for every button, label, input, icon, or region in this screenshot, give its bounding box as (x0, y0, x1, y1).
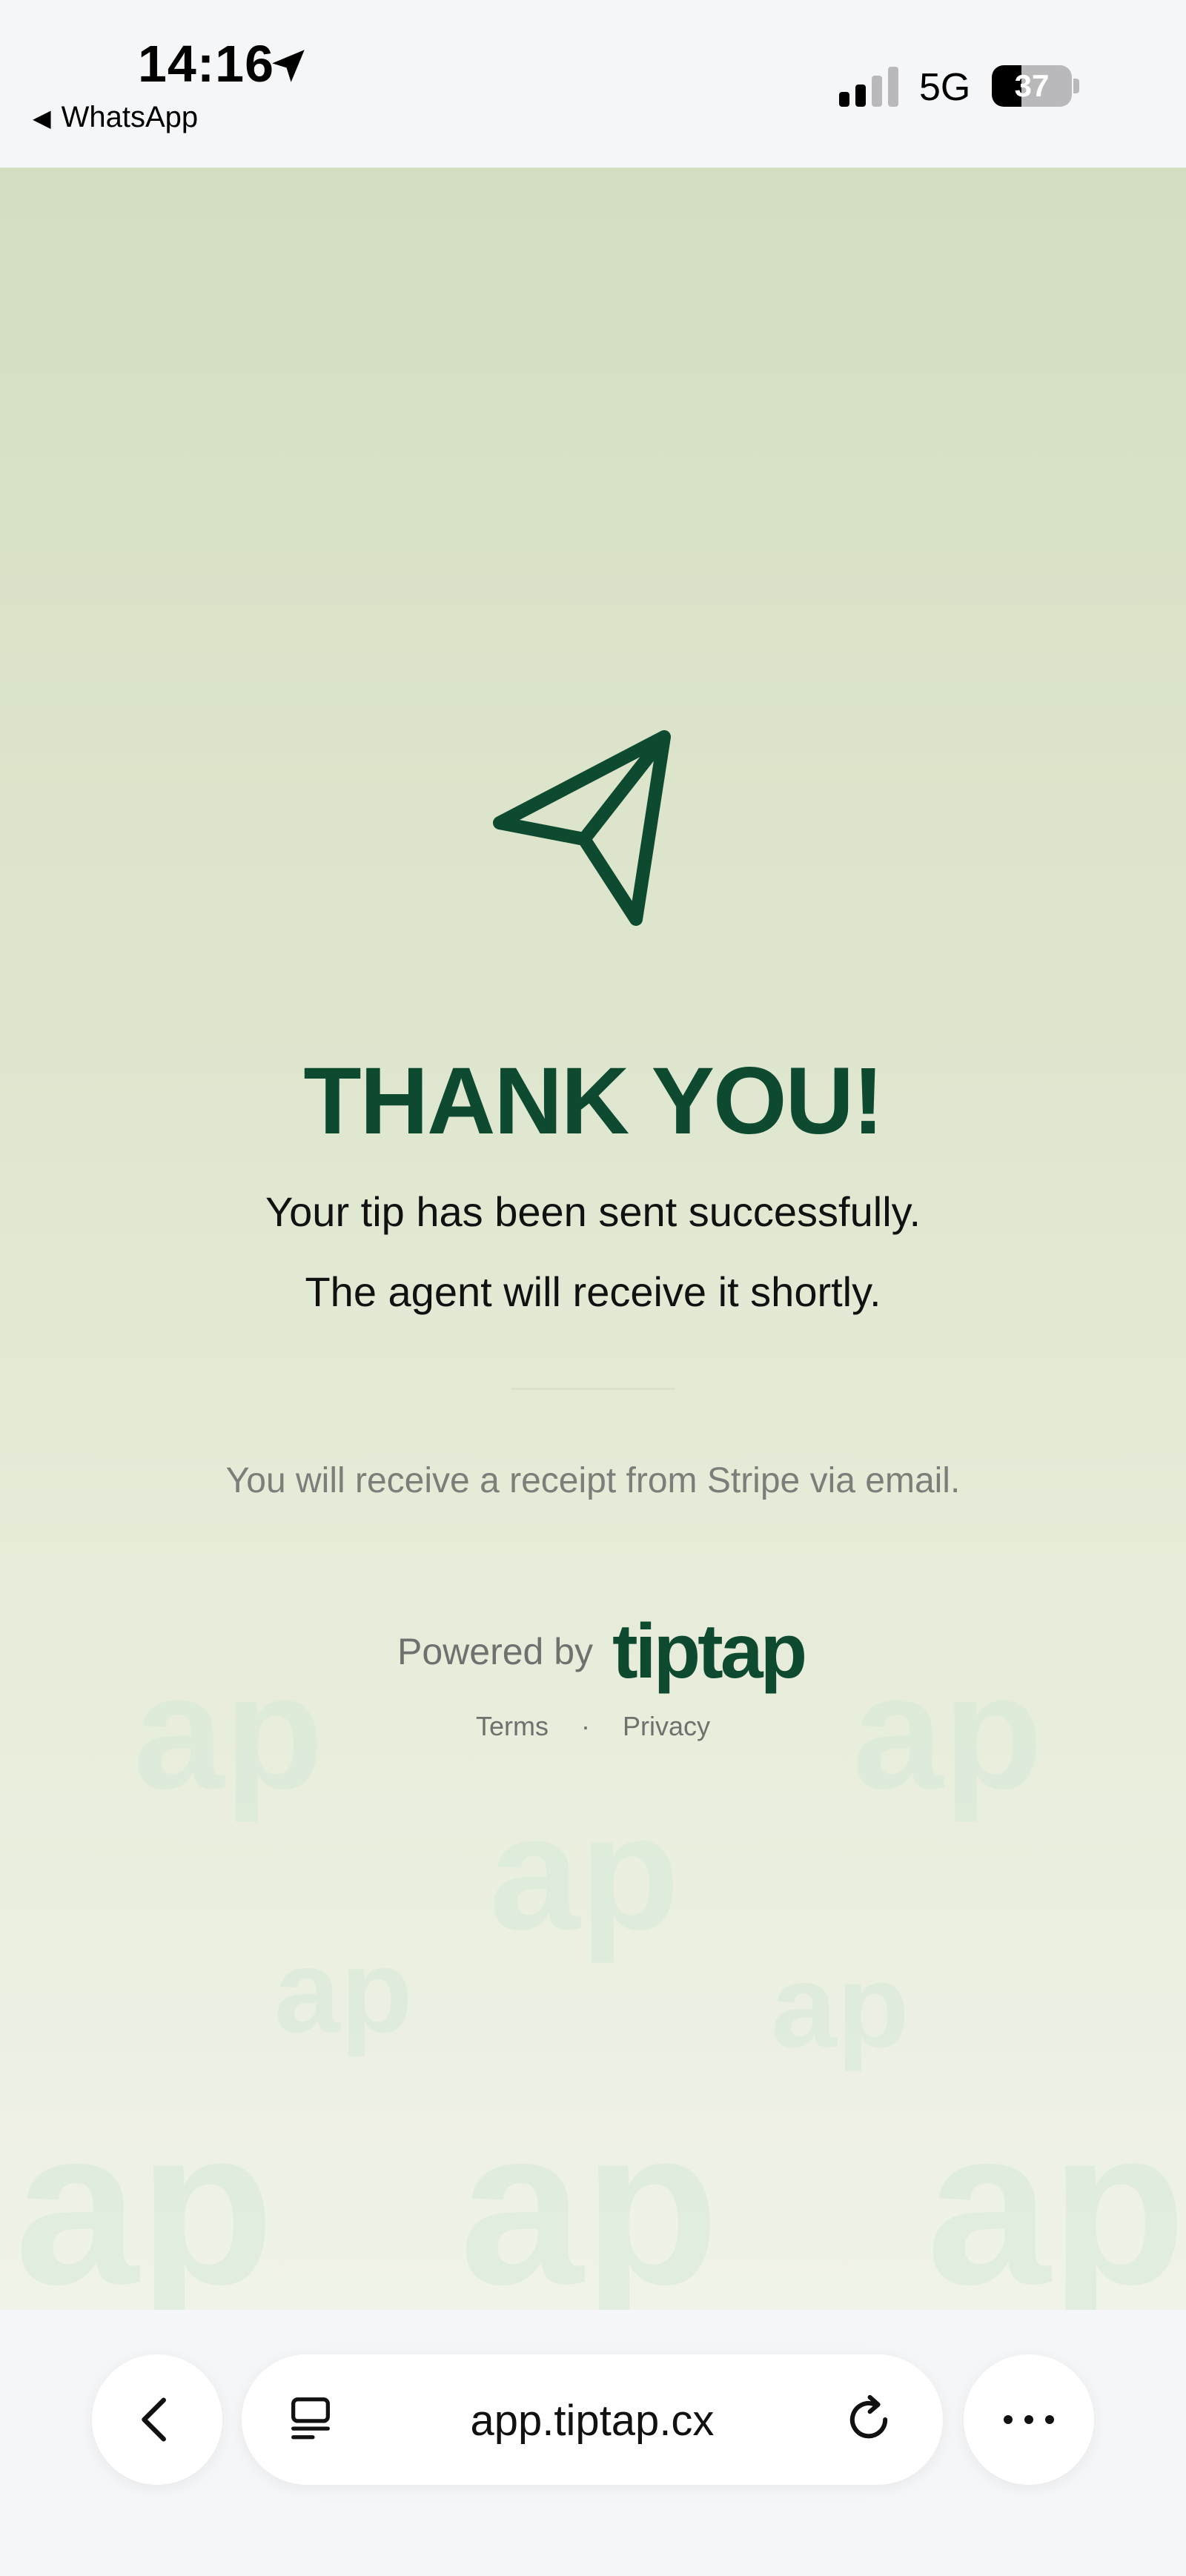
watermark-logo: ap (927, 2082, 1186, 2310)
agent-message: The agent will receive it shortly. (305, 1268, 881, 1315)
browser-back-button[interactable] (92, 2354, 222, 2485)
thank-you-page: ap ap ap ap ap ap ap ap THANK YOU! Your … (0, 168, 1186, 2310)
battery-percent: 37 (1014, 68, 1050, 103)
reload-icon[interactable] (841, 2391, 897, 2448)
privacy-link[interactable]: Privacy (623, 1711, 710, 1742)
watermark-logo: ap (489, 1781, 680, 1964)
chevron-left-icon (142, 2397, 166, 2442)
back-app-label: WhatsApp (61, 101, 199, 133)
battery-cap (1073, 79, 1079, 93)
battery-indicator: 37 (992, 65, 1072, 107)
success-message: Your tip has been sent successfully. (265, 1188, 921, 1235)
status-time: 14:16 (138, 35, 275, 93)
status-bar: 14:16 ◀ WhatsApp 5G 37 (0, 0, 1186, 168)
page-title: THANK YOU! (303, 1048, 884, 1154)
url-text[interactable]: app.tiptap.cx (242, 2396, 943, 2446)
network-type: 5G (919, 66, 971, 109)
terms-link[interactable]: Terms (476, 1711, 549, 1742)
watermark-logo: ap (771, 1939, 910, 2072)
watermark-logo: ap (15, 2082, 275, 2310)
powered-by-label: Powered by (397, 1631, 594, 1672)
location-arrow-icon (272, 50, 305, 82)
back-triangle-icon: ◀ (33, 104, 51, 131)
browser-toolbar: app.tiptap.cx (0, 2310, 1186, 2576)
watermark-logo: ap (460, 2082, 720, 2310)
address-bar[interactable]: app.tiptap.cx (242, 2354, 943, 2485)
more-options-button[interactable] (964, 2354, 1094, 2485)
paper-plane-icon (493, 730, 671, 926)
back-to-app-link[interactable]: ◀ WhatsApp (33, 101, 198, 134)
cellular-signal-icon (839, 67, 898, 107)
watermark-logo: ap (274, 1924, 413, 2057)
footer-links: Terms · Privacy (0, 1711, 1186, 1742)
divider (511, 1388, 675, 1390)
powered-by: Powered by tiptap (397, 1613, 807, 1690)
more-dots-icon (1004, 2415, 1054, 2424)
link-separator: · (580, 1711, 590, 1741)
tiptap-logo[interactable]: tiptap (612, 1613, 807, 1690)
receipt-note: You will receive a receipt from Stripe v… (225, 1461, 961, 1500)
